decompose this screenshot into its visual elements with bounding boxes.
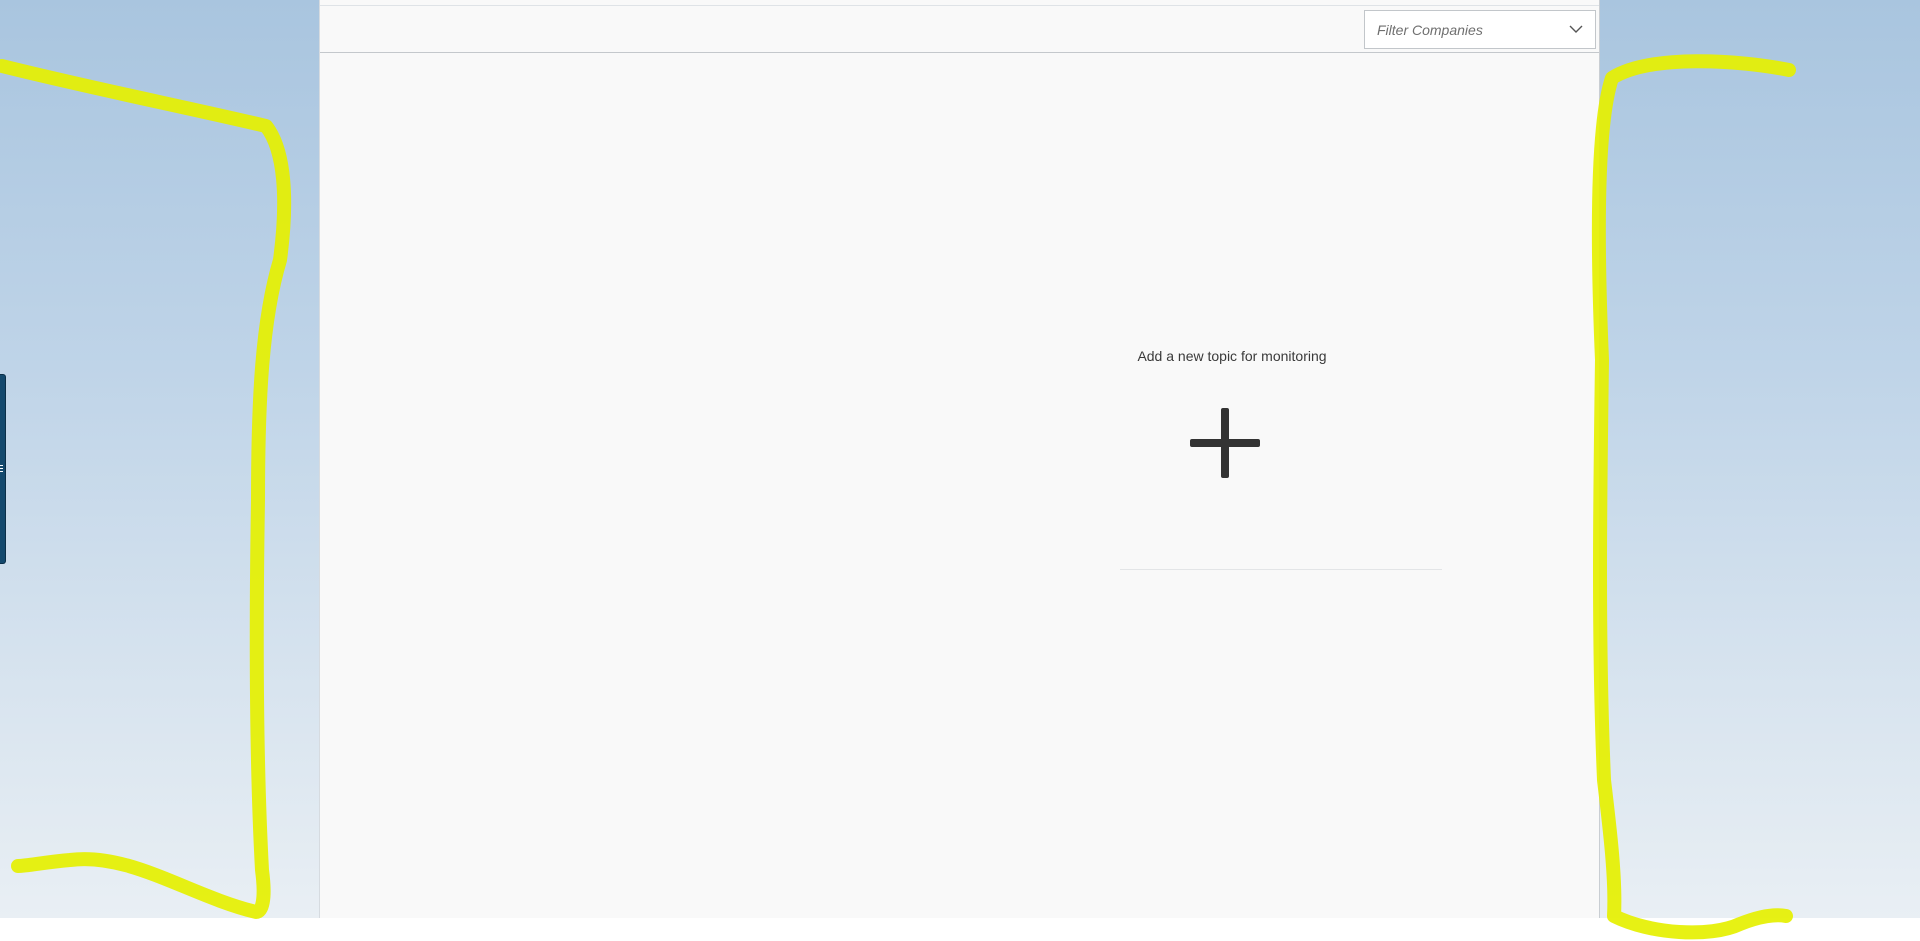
grip-icon <box>0 465 3 474</box>
add-topic-button[interactable] <box>1188 406 1262 480</box>
side-panel-handle[interactable] <box>0 374 6 564</box>
empty-state-divider <box>1120 569 1442 570</box>
main-panel: Filter Companies Add a new topic for mon… <box>319 0 1600 918</box>
filter-companies-placeholder: Filter Companies <box>1377 22 1483 38</box>
empty-state: Add a new topic for monitoring <box>1120 330 1442 570</box>
filter-companies-select[interactable]: Filter Companies <box>1364 10 1596 49</box>
toolbar: Filter Companies <box>320 6 1599 53</box>
plus-icon <box>1190 408 1260 478</box>
chevron-down-icon <box>1569 25 1583 33</box>
empty-state-message: Add a new topic for monitoring <box>1137 348 1327 364</box>
